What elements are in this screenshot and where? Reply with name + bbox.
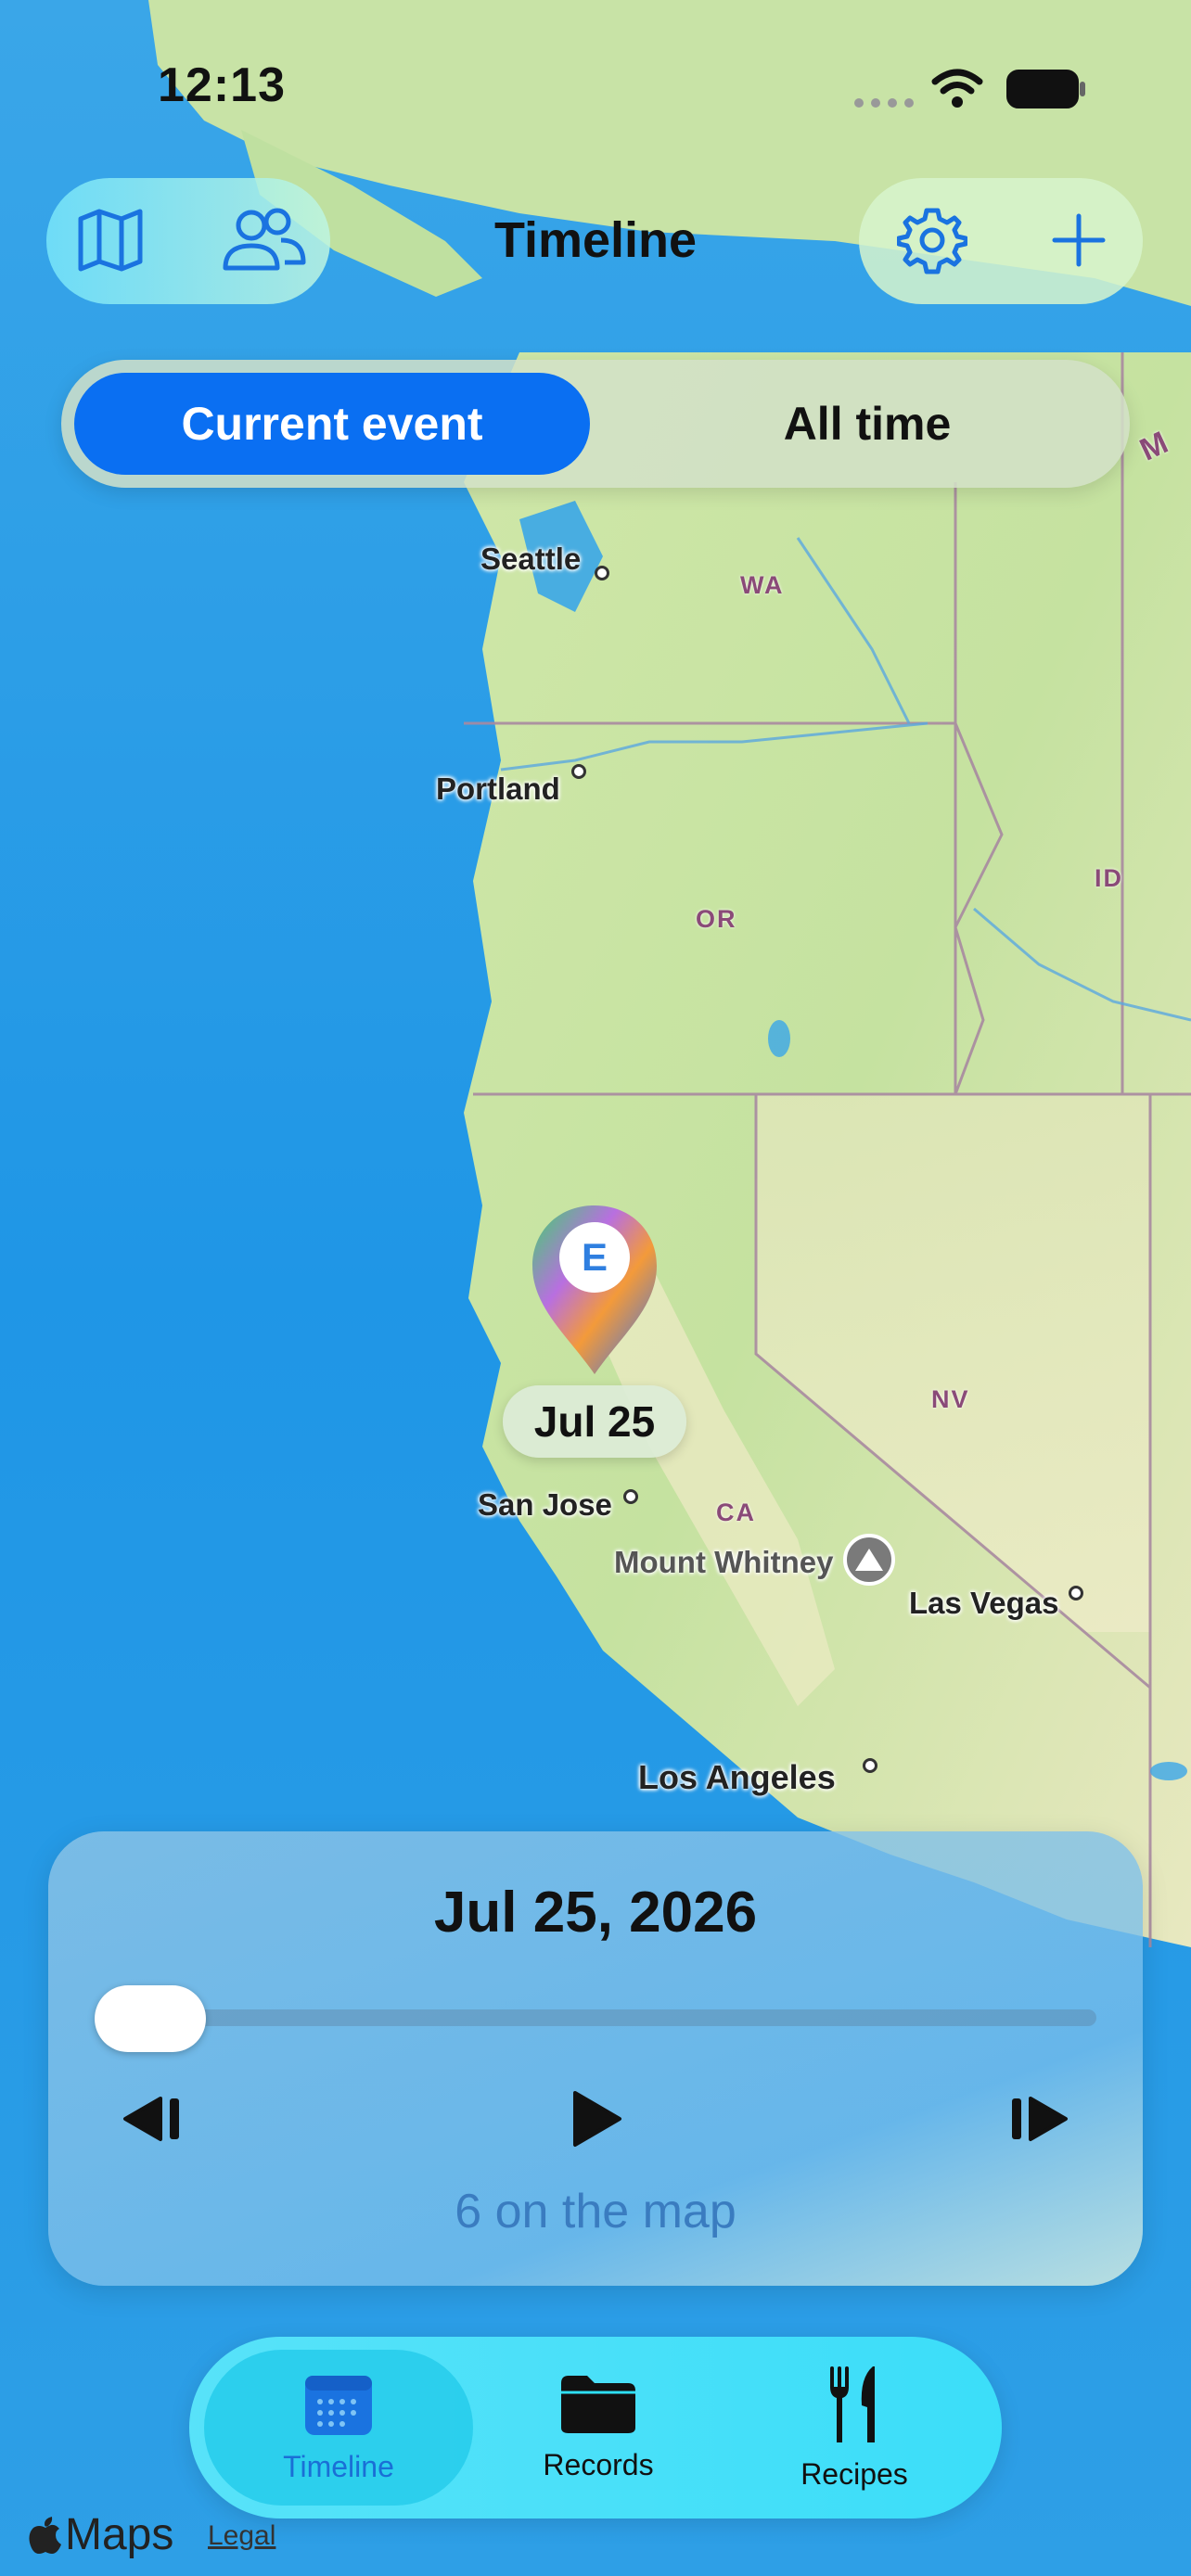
legal-link[interactable]: Legal: [208, 2520, 275, 2552]
wifi-icon: [931, 67, 983, 114]
battery-icon: [1005, 69, 1087, 114]
timeline-slider-thumb[interactable]: [95, 1985, 206, 2052]
cellular-signal-icon: [853, 96, 915, 114]
city-dot: [863, 1758, 877, 1773]
previous-button[interactable]: [106, 2072, 198, 2165]
city-label-seattle: Seattle: [480, 542, 582, 576]
lake: [768, 1020, 790, 1057]
plus-icon: [1052, 213, 1106, 267]
lake: [1150, 1762, 1187, 1780]
tab-timeline[interactable]: Timeline: [204, 2350, 473, 2506]
state-label-ca: CA: [716, 1498, 756, 1526]
people-button[interactable]: [211, 189, 314, 291]
tab-recipes[interactable]: Recipes: [720, 2350, 989, 2506]
calendar-icon: [305, 2375, 372, 2435]
events-count: 6 on the map: [455, 2185, 736, 2238]
state-label-or: OR: [696, 905, 737, 933]
city-label-portland: Portland: [436, 772, 560, 806]
maps-label: Maps: [65, 2510, 174, 2559]
status-time: 12:13: [158, 58, 286, 112]
landmark-label: Mount Whitney: [614, 1545, 834, 1579]
pin-letter: E: [581, 1235, 608, 1279]
timeline-date: Jul 25, 2026: [433, 1881, 758, 1945]
timeline-panel: Jul 25, 2026 6 on the map: [48, 1831, 1143, 2286]
people-icon: [223, 208, 306, 271]
state-label-wa: WA: [740, 571, 785, 599]
next-button[interactable]: [992, 2072, 1085, 2165]
app-screen: E Seattle Portland San Jose Las Vegas Lo…: [0, 0, 1191, 2576]
map-view-button[interactable]: [59, 189, 161, 291]
city-dot: [1069, 1586, 1083, 1600]
play-icon: [573, 2091, 621, 2147]
city-label-los-angeles: Los Angeles: [638, 1758, 836, 1796]
add-button[interactable]: [1028, 189, 1130, 291]
settings-button[interactable]: [881, 189, 983, 291]
gear-icon: [897, 208, 967, 274]
scope-segmented-control: Current event All time: [61, 360, 1130, 488]
state-label-nv: NV: [931, 1385, 970, 1413]
city-dot: [571, 764, 586, 779]
tab-records[interactable]: Records: [464, 2350, 733, 2506]
tab-bar: Timeline Records Recipes: [189, 2337, 1002, 2519]
view-toggle-group: [46, 178, 330, 304]
segment-all-time[interactable]: All time: [618, 373, 1117, 475]
folder-icon: [561, 2375, 635, 2433]
map-icon: [78, 209, 143, 272]
city-label-las-vegas: Las Vegas: [909, 1586, 1059, 1620]
skip-back-icon: [123, 2097, 179, 2141]
pin-date-chip[interactable]: Jul 25: [503, 1385, 686, 1458]
city-dot: [623, 1489, 638, 1504]
page-title: Timeline: [493, 212, 698, 268]
skip-forward-icon: [1012, 2097, 1068, 2141]
mountain-icon: [843, 1534, 895, 1586]
city-dot: [595, 566, 609, 580]
segment-current-event[interactable]: Current event: [74, 373, 590, 475]
actions-group: [859, 178, 1143, 304]
tab-label-records: Records: [543, 2447, 654, 2481]
play-button[interactable]: [549, 2072, 642, 2165]
fork-knife-icon: [830, 2366, 875, 2442]
maps-attribution: Maps: [28, 2509, 173, 2560]
apple-logo-icon: [29, 2516, 61, 2554]
state-label-id: ID: [1095, 864, 1123, 892]
timeline-slider-track[interactable]: [95, 2009, 1096, 2026]
tab-label-recipes: Recipes: [800, 2456, 908, 2491]
tab-label-timeline: Timeline: [283, 2449, 394, 2483]
city-label-san-jose: San Jose: [478, 1487, 612, 1522]
